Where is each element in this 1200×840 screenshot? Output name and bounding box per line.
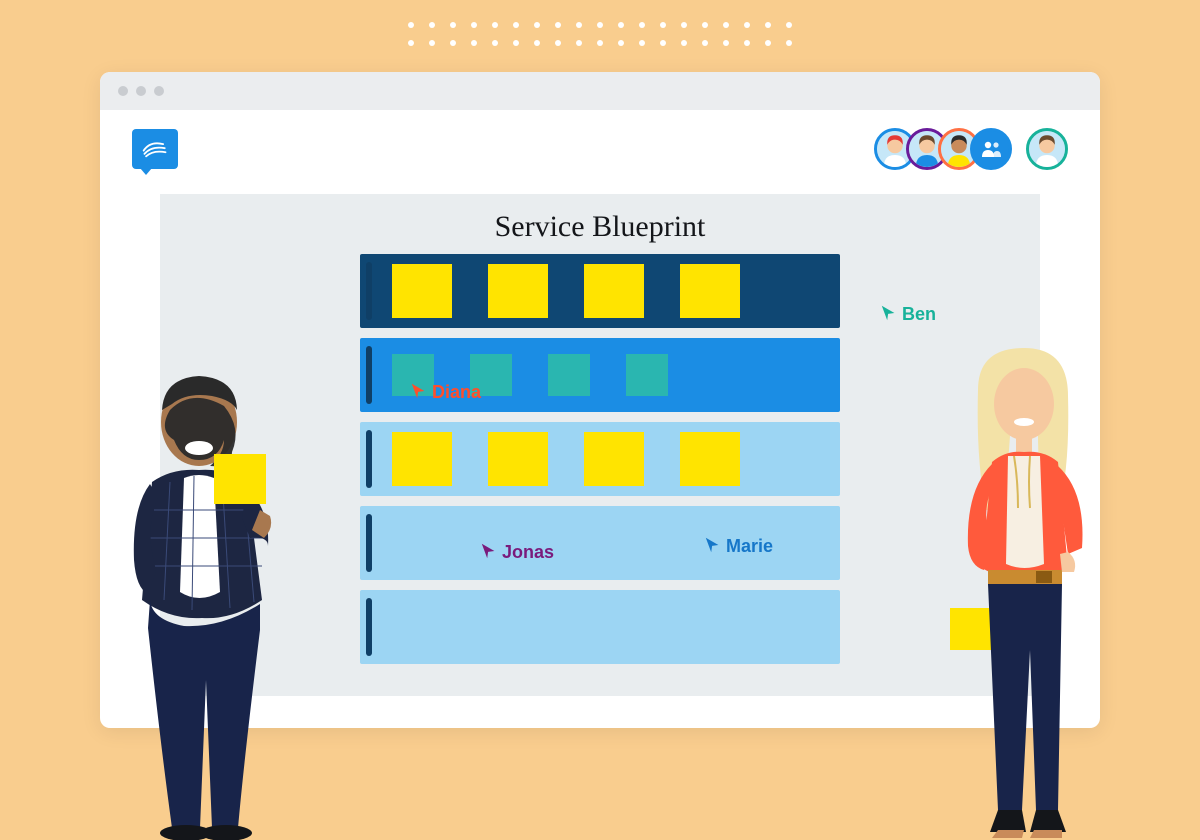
user-avatar[interactable]: [1026, 128, 1068, 170]
blueprint-grid: [360, 254, 840, 664]
sticky-note[interactable]: [392, 432, 452, 486]
sticky-note[interactable]: [488, 264, 548, 318]
row-handle[interactable]: [366, 430, 372, 488]
app-header: [100, 110, 1100, 188]
collaborator-cursor: Marie: [704, 536, 773, 557]
collaborator-cursor: Diana: [410, 382, 481, 403]
sticky-note[interactable]: [626, 354, 668, 396]
canvas-title: Service Blueprint: [160, 194, 1040, 254]
sticky-note[interactable]: [584, 264, 644, 318]
background-dots: [408, 22, 792, 46]
collaborator-cursor: Ben: [880, 304, 936, 325]
sticky-note[interactable]: [548, 354, 590, 396]
sticky-note[interactable]: [392, 264, 452, 318]
window-control-min[interactable]: [136, 86, 146, 96]
blueprint-row[interactable]: [360, 590, 840, 664]
collaborator-list: [874, 128, 1068, 170]
sticky-note[interactable]: [488, 432, 548, 486]
collaborator-cursor: Jonas: [480, 542, 554, 563]
row-handle[interactable]: [366, 346, 372, 404]
row-handle[interactable]: [366, 514, 372, 572]
sticky-note[interactable]: [680, 432, 740, 486]
blueprint-row[interactable]: [360, 254, 840, 328]
sticky-note[interactable]: [680, 264, 740, 318]
more-collaborators-icon[interactable]: [970, 128, 1012, 170]
row-handle[interactable]: [366, 262, 372, 320]
window-titlebar: [100, 72, 1100, 110]
person-illustration-right: [918, 340, 1128, 840]
sticky-note-held: [214, 454, 266, 504]
window-control-close[interactable]: [118, 86, 128, 96]
person-illustration-left: [92, 360, 317, 840]
window-control-max[interactable]: [154, 86, 164, 96]
app-logo-icon[interactable]: [132, 129, 178, 169]
row-handle[interactable]: [366, 598, 372, 656]
blueprint-row[interactable]: [360, 422, 840, 496]
sticky-note[interactable]: [584, 432, 644, 486]
